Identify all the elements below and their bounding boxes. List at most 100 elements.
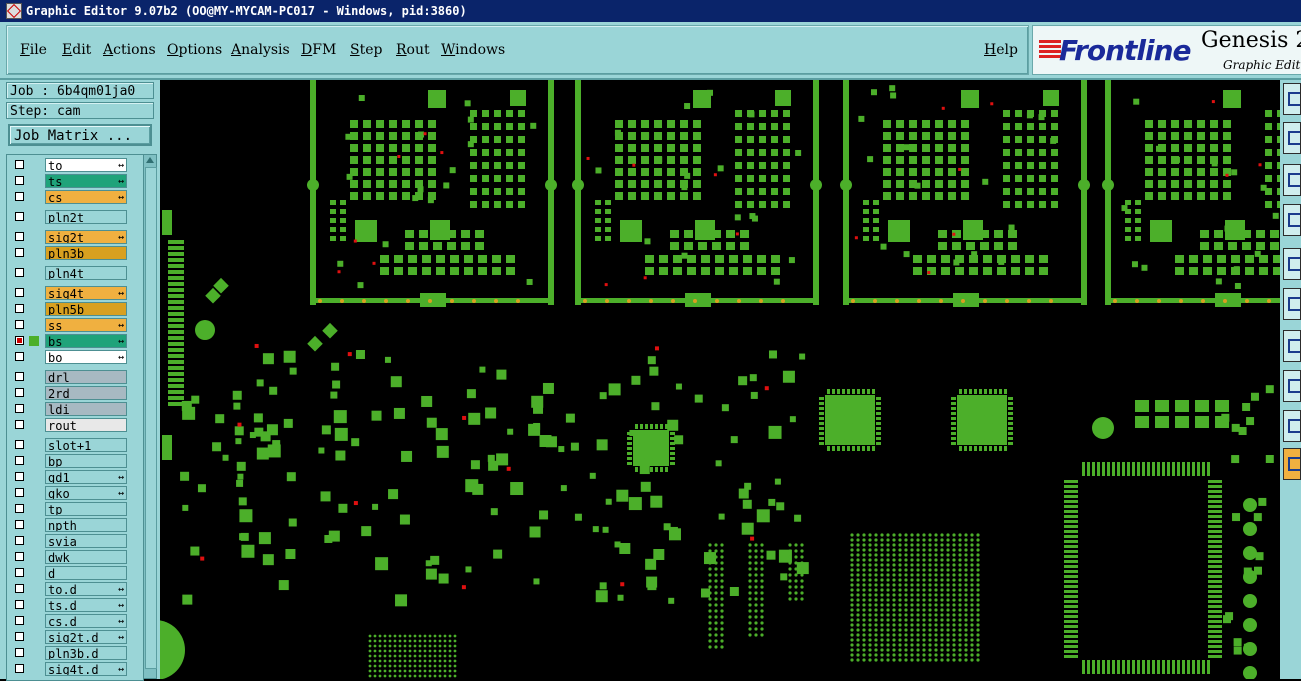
tool-button-3[interactable]	[1283, 164, 1301, 196]
layer-row-ldi[interactable]: ldi	[7, 401, 143, 417]
layer-name[interactable]: slot+1	[45, 438, 127, 452]
layer-checkbox[interactable]	[15, 536, 24, 545]
layer-name[interactable]: bs ↔	[45, 334, 127, 348]
layer-row-bo[interactable]: bo ↔	[7, 349, 143, 365]
layer-checkbox[interactable]	[15, 600, 24, 609]
layer-checkbox[interactable]	[15, 388, 24, 397]
menu-analysis[interactable]: Analysis	[231, 42, 290, 58]
layer-row-pln4t[interactable]: pln4t	[7, 265, 143, 281]
layer-row-dwk[interactable]: dwk	[7, 549, 143, 565]
layer-name[interactable]: sig2t ↔	[45, 230, 127, 244]
layer-row-pln5b[interactable]: pln5b	[7, 301, 143, 317]
layer-row-sig4t.d[interactable]: sig4t.d ↔	[7, 661, 143, 677]
menu-windows[interactable]: Windows	[441, 42, 505, 58]
menu-file[interactable]: File	[20, 42, 47, 58]
layer-row-sig4t[interactable]: sig4t ↔	[7, 285, 143, 301]
layer-checkbox[interactable]	[15, 192, 24, 201]
layer-row-to.d[interactable]: to.d ↔	[7, 581, 143, 597]
layer-name[interactable]: pln5b	[45, 302, 127, 316]
layer-name[interactable]: sig2t.d ↔	[45, 630, 127, 644]
layer-row-pln3b[interactable]: pln3b	[7, 245, 143, 261]
layer-name[interactable]: sig4t ↔	[45, 286, 127, 300]
layer-checkbox[interactable]	[15, 232, 24, 241]
menu-step[interactable]: Step	[350, 42, 382, 58]
layer-name[interactable]: ldi	[45, 402, 127, 416]
tool-button-2[interactable]	[1283, 122, 1301, 154]
layer-checkbox[interactable]	[15, 336, 24, 345]
layer-row-ts.d[interactable]: ts.d ↔	[7, 597, 143, 613]
layer-name[interactable]: npth	[45, 518, 127, 532]
tool-button-9[interactable]	[1283, 410, 1301, 442]
menu-help[interactable]: Help	[984, 42, 1018, 58]
layer-checkbox[interactable]	[15, 648, 24, 657]
tool-button-6[interactable]	[1283, 288, 1301, 320]
tool-button-1[interactable]	[1283, 83, 1301, 115]
layer-checkbox[interactable]	[15, 320, 24, 329]
tool-button-10[interactable]	[1283, 448, 1301, 480]
layer-row-ts[interactable]: ts ↔	[7, 173, 143, 189]
layer-row-d[interactable]: d	[7, 565, 143, 581]
menu-options[interactable]: Options	[167, 42, 222, 58]
layer-row-cs.d[interactable]: cs.d ↔	[7, 613, 143, 629]
graphic-canvas[interactable]	[160, 80, 1280, 679]
layer-row-svia[interactable]: svia	[7, 533, 143, 549]
layer-name[interactable]: dwk	[45, 550, 127, 564]
layer-name[interactable]: pln3b	[45, 246, 127, 260]
layer-row-sig2t.d[interactable]: sig2t.d ↔	[7, 629, 143, 645]
layer-checkbox[interactable]	[15, 616, 24, 625]
layer-checkbox[interactable]	[15, 420, 24, 429]
layer-name[interactable]: sig4t.d ↔	[45, 662, 127, 676]
layer-name[interactable]: d	[45, 566, 127, 580]
layer-row-slot+1[interactable]: slot+1	[7, 437, 143, 453]
layer-checkbox[interactable]	[15, 372, 24, 381]
menu-edit[interactable]: Edit	[62, 42, 91, 58]
layer-name[interactable]: pln4t	[45, 266, 127, 280]
layer-checkbox[interactable]	[15, 504, 24, 513]
tool-button-4[interactable]	[1283, 204, 1301, 236]
layer-checkbox[interactable]	[15, 160, 24, 169]
layer-name[interactable]: pln2t	[45, 210, 127, 224]
layer-row-pln2t[interactable]: pln2t	[7, 209, 143, 225]
layer-name[interactable]: cs ↔	[45, 190, 127, 204]
scroll-thumb[interactable]	[145, 167, 157, 669]
layer-row-drl[interactable]: drl	[7, 369, 143, 385]
layer-checkbox[interactable]	[15, 584, 24, 593]
layer-list-scrollbar[interactable]	[143, 154, 157, 679]
tool-button-5[interactable]	[1283, 248, 1301, 280]
layer-name[interactable]: drl	[45, 370, 127, 384]
layer-name[interactable]: gd1 ↔	[45, 470, 127, 484]
layer-checkbox[interactable]	[15, 472, 24, 481]
layer-name[interactable]: to ↔	[45, 158, 127, 172]
layer-row-to[interactable]: to ↔	[7, 157, 143, 173]
layer-checkbox[interactable]	[15, 304, 24, 313]
tool-button-7[interactable]	[1283, 330, 1301, 362]
scroll-up-icon[interactable]	[146, 157, 154, 163]
layer-checkbox[interactable]	[15, 568, 24, 577]
tool-button-8[interactable]	[1283, 370, 1301, 402]
layer-name[interactable]: svia	[45, 534, 127, 548]
layer-row-gd1[interactable]: gd1 ↔	[7, 469, 143, 485]
layer-name[interactable]: ss ↔	[45, 318, 127, 332]
layer-name[interactable]: ts ↔	[45, 174, 127, 188]
pcb-layer-view[interactable]	[160, 80, 1280, 679]
layer-name[interactable]: 2rd	[45, 386, 127, 400]
layer-name[interactable]: tp	[45, 502, 127, 516]
layer-checkbox[interactable]	[15, 268, 24, 277]
layer-name[interactable]: cs.d ↔	[45, 614, 127, 628]
layer-checkbox[interactable]	[15, 664, 24, 673]
layer-row-npth[interactable]: npth	[7, 517, 143, 533]
layer-name[interactable]: bo ↔	[45, 350, 127, 364]
layer-checkbox[interactable]	[15, 552, 24, 561]
layer-row-rout[interactable]: rout	[7, 417, 143, 433]
layer-checkbox[interactable]	[15, 248, 24, 257]
layer-checkbox[interactable]	[15, 632, 24, 641]
layer-row-tp[interactable]: tp	[7, 501, 143, 517]
layer-checkbox[interactable]	[15, 212, 24, 221]
layer-checkbox[interactable]	[15, 352, 24, 361]
layer-name[interactable]: gko ↔	[45, 486, 127, 500]
layer-name[interactable]: pln3b.d	[45, 646, 127, 660]
layer-name[interactable]: to.d ↔	[45, 582, 127, 596]
menu-dfm[interactable]: DFM	[301, 42, 336, 58]
menu-rout[interactable]: Rout	[396, 42, 430, 58]
layer-row-cs[interactable]: cs ↔	[7, 189, 143, 205]
